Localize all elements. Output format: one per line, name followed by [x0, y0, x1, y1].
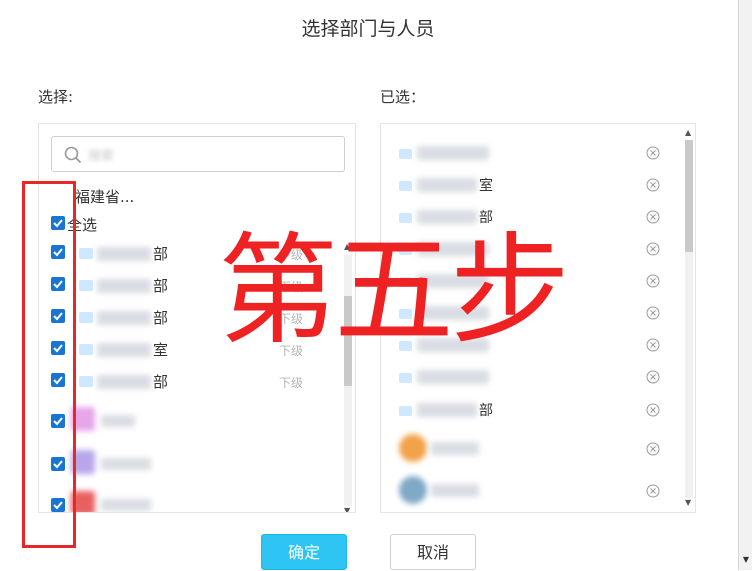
annotation-highlight-box — [22, 181, 76, 548]
selected-name-blurred — [417, 146, 489, 160]
folder-icon — [399, 406, 412, 416]
right-scrollbar[interactable] — [685, 140, 693, 498]
remove-circle-icon[interactable] — [646, 146, 660, 160]
dept-name-blurred — [97, 311, 151, 325]
selected-item — [381, 140, 695, 166]
step-annotation: 第五步 — [218, 222, 570, 361]
confirm-button[interactable]: 确定 — [261, 534, 347, 570]
remove-circle-icon[interactable] — [646, 306, 660, 320]
scroll-down-icon[interactable]: ▼ — [685, 498, 691, 507]
scroll-up-icon[interactable]: ▲ — [685, 128, 691, 137]
selected-name-blurred — [417, 403, 477, 417]
cancel-button[interactable]: 取消 — [390, 534, 476, 570]
selected-item: 室 — [381, 172, 695, 198]
remove-circle-icon[interactable] — [646, 210, 660, 224]
left-section-label: 选择: — [38, 88, 74, 106]
page-scrollbar[interactable]: ▼ — [738, 0, 752, 570]
selected-person — [381, 474, 695, 508]
person-list-item[interactable] — [39, 491, 355, 512]
dept-name-suffix: 部 — [153, 373, 169, 391]
person-name-blurred — [101, 458, 151, 470]
dialog-title: 选择部门与人员 — [301, 18, 435, 40]
avatar — [399, 476, 427, 504]
selected-person — [381, 432, 695, 466]
selected-name-suffix: 室 — [479, 178, 493, 194]
person-list-item[interactable] — [39, 450, 355, 478]
folder-icon — [79, 312, 93, 323]
person-name-blurred — [101, 499, 151, 511]
dept-name-suffix: 室 — [153, 341, 169, 359]
remove-circle-icon[interactable] — [646, 178, 660, 192]
search-icon — [64, 146, 82, 164]
folder-icon — [79, 280, 93, 291]
avatar — [399, 434, 427, 462]
list-item[interactable]: 部 下级 — [39, 371, 355, 399]
remove-circle-icon[interactable] — [646, 370, 660, 384]
sub-level-link[interactable]: 下级 — [279, 374, 303, 391]
search-placeholder: 搜索 — [88, 149, 115, 164]
dept-name-blurred — [97, 343, 151, 357]
dept-name-blurred — [97, 247, 151, 261]
right-scrollbar-thumb[interactable] — [685, 140, 693, 252]
right-section-label: 已选： — [380, 88, 426, 106]
folder-icon — [79, 376, 93, 387]
dept-name-suffix: 部 — [153, 309, 169, 327]
folder-icon — [79, 344, 93, 355]
dept-name-blurred — [97, 375, 151, 389]
folder-icon — [399, 181, 412, 191]
remove-circle-icon[interactable] — [646, 484, 660, 498]
selected-item: 部 — [381, 397, 695, 423]
scroll-down-arrow-icon[interactable]: ▼ — [743, 555, 749, 564]
remove-circle-icon[interactable] — [646, 274, 660, 288]
selected-person-name-blurred — [431, 484, 479, 497]
breadcrumb[interactable]: 福建省... — [75, 186, 134, 207]
selected-item — [381, 364, 695, 390]
remove-circle-icon[interactable] — [646, 442, 660, 456]
remove-circle-icon[interactable] — [646, 403, 660, 417]
dept-name-suffix: 部 — [153, 245, 169, 263]
remove-circle-icon[interactable] — [646, 338, 660, 352]
dept-name-suffix: 部 — [153, 277, 169, 295]
selected-name-blurred — [417, 178, 477, 192]
select-dept-people-dialog: 选择部门与人员 ▼ 选择: 搜索 福建省... 全选 部 下级 部 下级 部 下… — [0, 0, 752, 570]
folder-icon — [399, 149, 412, 159]
person-list-item[interactable] — [39, 407, 355, 435]
scroll-down-icon[interactable]: ▼ — [344, 506, 350, 512]
selected-name-suffix: 部 — [479, 403, 493, 419]
dept-name-blurred — [97, 279, 151, 293]
remove-circle-icon[interactable] — [646, 242, 660, 256]
search-input[interactable]: 搜索 — [51, 136, 345, 172]
selected-person-name-blurred — [431, 442, 479, 455]
folder-icon — [79, 248, 93, 259]
person-name-blurred — [101, 415, 135, 427]
selected-name-blurred — [417, 370, 489, 384]
folder-icon — [399, 373, 412, 383]
